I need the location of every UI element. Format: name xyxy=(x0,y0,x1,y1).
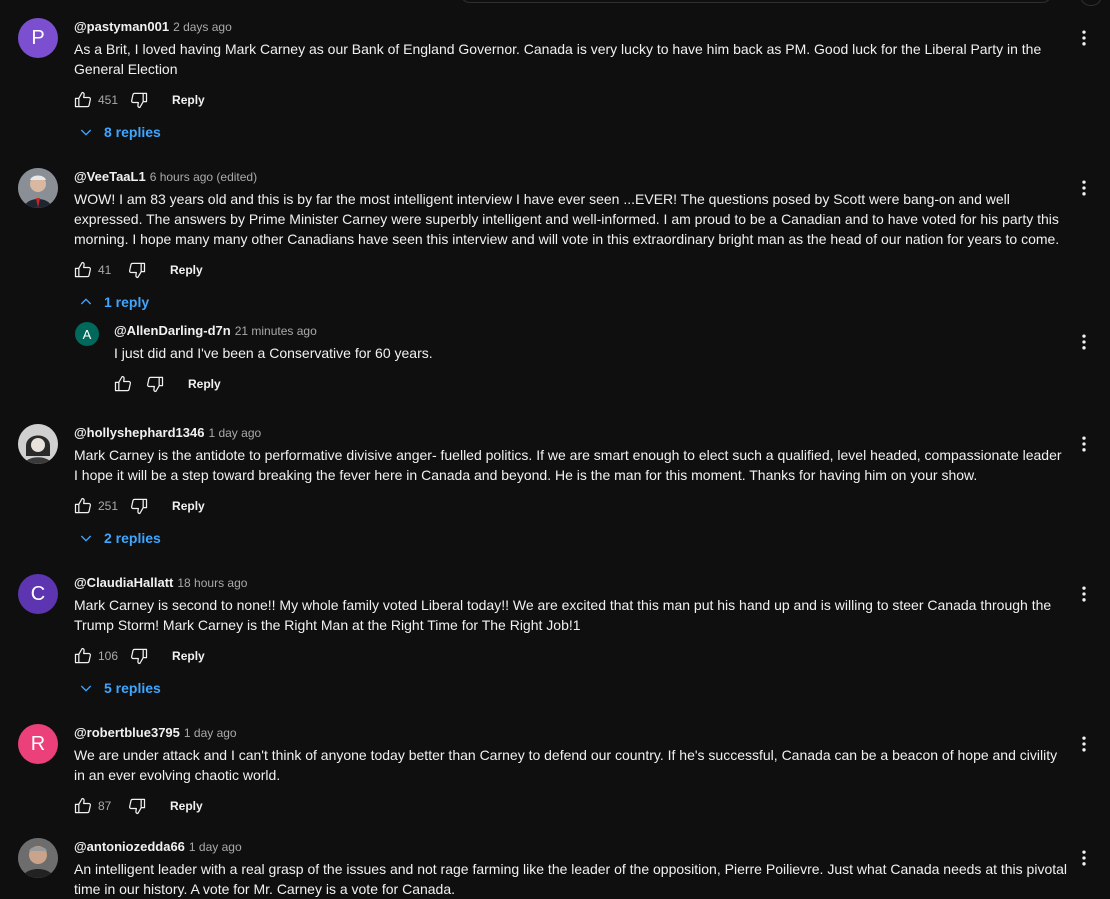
dislike-button[interactable] xyxy=(126,259,148,281)
reply-menu-button[interactable] xyxy=(1074,330,1094,354)
like-button[interactable] xyxy=(72,645,94,667)
replies-label: 2 replies xyxy=(104,530,161,546)
comment-text: An intelligent leader with a real grasp … xyxy=(74,861,1068,897)
avatar[interactable]: P xyxy=(18,18,58,58)
chevron-down-icon xyxy=(78,530,94,546)
reply-time[interactable]: 21 minutes ago xyxy=(235,324,317,338)
thumbs-up-icon xyxy=(73,646,93,666)
comment-time[interactable]: 1 day ago xyxy=(184,726,237,740)
thumbs-up-icon xyxy=(73,90,93,110)
comment-menu-button[interactable] xyxy=(1074,176,1094,200)
view-replies-button[interactable]: 8 replies xyxy=(78,124,161,140)
comment-text: Mark Carney is second to none!! My whole… xyxy=(74,597,1052,633)
dislike-button[interactable] xyxy=(128,495,150,517)
reply-button[interactable]: Reply xyxy=(172,93,205,107)
comment-author[interactable]: @robertblue3795 xyxy=(74,725,180,740)
hide-replies-button[interactable]: 1 reply xyxy=(78,294,149,310)
thumbs-down-icon xyxy=(145,374,165,394)
avatar[interactable]: R xyxy=(18,724,58,764)
like-count: 106 xyxy=(98,649,119,663)
avatar[interactable] xyxy=(18,168,58,208)
comment-time[interactable]: 18 hours ago xyxy=(177,576,247,590)
more-vert-icon xyxy=(1074,178,1094,198)
more-vert-icon xyxy=(1074,584,1094,604)
avatar[interactable]: C xyxy=(18,574,58,614)
dislike-button[interactable] xyxy=(144,373,166,395)
comment-time[interactable]: 1 day ago xyxy=(189,840,242,854)
top-button-edge xyxy=(1080,0,1102,6)
reply-author[interactable]: @AllenDarling-d7n xyxy=(114,323,231,338)
reply-text: I just did and I've been a Conservative … xyxy=(114,345,433,361)
replies-label: 8 replies xyxy=(104,124,161,140)
replies-label: 5 replies xyxy=(104,680,161,696)
like-button[interactable] xyxy=(112,373,134,395)
like-count: 41 xyxy=(98,263,112,277)
chevron-down-icon xyxy=(78,680,94,696)
reply-button[interactable]: Reply xyxy=(170,799,203,813)
more-vert-icon xyxy=(1074,848,1094,868)
like-count: 87 xyxy=(98,799,112,813)
comment-menu-button[interactable] xyxy=(1074,846,1094,870)
thumbs-up-icon xyxy=(113,374,133,394)
reply-button[interactable]: Reply xyxy=(188,377,221,391)
avatar[interactable] xyxy=(18,838,58,878)
dislike-button[interactable] xyxy=(128,89,150,111)
like-button[interactable] xyxy=(72,89,94,111)
comment-author[interactable]: @ClaudiaHallatt xyxy=(74,575,173,590)
thumbs-up-icon xyxy=(73,260,93,280)
profile-photo xyxy=(18,838,58,878)
comment-time[interactable]: 2 days ago xyxy=(173,20,232,34)
comment-time[interactable]: 6 hours ago (edited) xyxy=(150,170,257,184)
like-button[interactable] xyxy=(72,495,94,517)
like-button[interactable] xyxy=(72,795,94,817)
comment-menu-button[interactable] xyxy=(1074,26,1094,50)
more-vert-icon xyxy=(1074,332,1094,352)
replies-label: 1 reply xyxy=(104,294,150,310)
comment-author[interactable]: @antoniozedda66 xyxy=(74,839,185,854)
thumbs-down-icon xyxy=(129,90,149,110)
more-vert-icon xyxy=(1074,28,1094,48)
thumbs-up-icon xyxy=(73,496,93,516)
chevron-down-icon xyxy=(78,124,94,140)
dislike-button[interactable] xyxy=(126,795,148,817)
thumbs-down-icon xyxy=(127,796,147,816)
comment-text: WOW! I am 83 years old and this is by fa… xyxy=(74,191,1060,247)
comment-time[interactable]: 1 day ago xyxy=(208,426,261,440)
more-vert-icon xyxy=(1074,434,1094,454)
comment-text: We are under attack and I can't think of… xyxy=(74,747,1058,783)
comment-author[interactable]: @hollyshephard1346 xyxy=(74,425,204,440)
chevron-up-icon xyxy=(78,294,94,310)
comment-text: Mark Carney is the antidote to performat… xyxy=(74,447,1062,483)
view-replies-button[interactable]: 2 replies xyxy=(78,530,161,546)
reply-button[interactable]: Reply xyxy=(170,263,203,277)
profile-photo xyxy=(18,424,58,464)
like-count: 451 xyxy=(98,93,119,107)
more-vert-icon xyxy=(1074,734,1094,754)
like-button[interactable] xyxy=(72,259,94,281)
avatar[interactable] xyxy=(18,424,58,464)
thumbs-up-icon xyxy=(73,796,93,816)
thumbs-down-icon xyxy=(129,496,149,516)
comment-text: As a Brit, I loved having Mark Carney as… xyxy=(74,41,1042,77)
comment-author[interactable]: @VeeTaaL1 xyxy=(74,169,146,184)
like-count: 251 xyxy=(98,499,119,513)
profile-photo xyxy=(18,168,58,208)
reply-button[interactable]: Reply xyxy=(172,499,205,513)
reply-button[interactable]: Reply xyxy=(172,649,205,663)
search-bar-edge xyxy=(460,0,1052,3)
comment-menu-button[interactable] xyxy=(1074,732,1094,756)
avatar[interactable]: A xyxy=(75,322,99,346)
dislike-button[interactable] xyxy=(128,645,150,667)
thumbs-down-icon xyxy=(129,646,149,666)
comment-menu-button[interactable] xyxy=(1074,582,1094,606)
comment-author[interactable]: @pastyman001 xyxy=(74,19,169,34)
view-replies-button[interactable]: 5 replies xyxy=(78,680,161,696)
comment-menu-button[interactable] xyxy=(1074,432,1094,456)
thumbs-down-icon xyxy=(127,260,147,280)
